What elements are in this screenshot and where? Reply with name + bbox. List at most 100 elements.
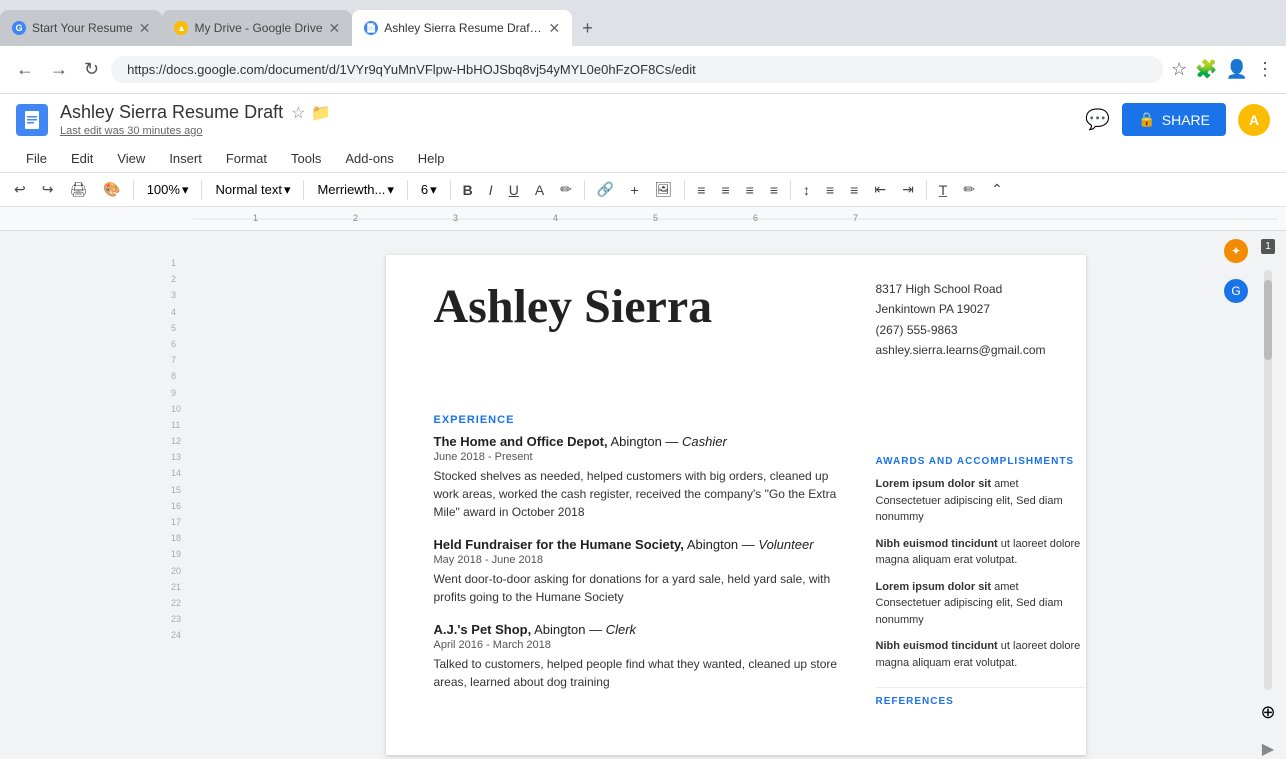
bulletlist-button[interactable]: ≡: [844, 178, 864, 202]
indent-dec-button[interactable]: ⇤: [868, 177, 892, 202]
bookmark-icon[interactable]: ☆: [1171, 59, 1187, 80]
redo-button[interactable]: ↪: [36, 177, 60, 202]
svg-text:3: 3: [453, 213, 458, 223]
linespacing-button[interactable]: ↕: [797, 178, 816, 202]
style-value: Normal text: [215, 182, 281, 197]
paint-format-button[interactable]: 🎨: [97, 177, 126, 202]
docs-title-icons: ☆ 📁: [291, 103, 331, 123]
menu-tools[interactable]: Tools: [281, 147, 331, 170]
tab-start-resume[interactable]: G Start Your Resume ✕: [0, 10, 162, 46]
expand-icon[interactable]: ▶: [1262, 739, 1274, 759]
link-button[interactable]: 🔗: [591, 177, 620, 202]
underline-button[interactable]: U: [503, 178, 525, 202]
experience-label: EXPERIENCE: [434, 414, 1038, 426]
extensions-icon[interactable]: 🧩: [1195, 59, 1217, 80]
job-1-role: Cashier: [682, 434, 727, 449]
contact-city: Jenkintown PA 19027: [875, 299, 1045, 319]
share-label: SHARE: [1162, 112, 1210, 128]
docs-title-row: Ashley Sierra Resume Draft ☆ 📁: [60, 102, 1073, 123]
text-color-button[interactable]: A: [529, 178, 550, 202]
nav-bar: ← → ↻ ☆ 🧩 👤 ⋮: [0, 46, 1286, 94]
awards-section: AWARDS AND ACCOMPLISHMENTS Lorem ipsum d…: [876, 455, 1086, 707]
job-1-location: Abington —: [610, 434, 682, 449]
image-button[interactable]: 🖼: [649, 177, 679, 202]
numberedlist-button[interactable]: ≡: [820, 178, 840, 202]
tab-my-drive[interactable]: ▲ My Drive - Google Drive ✕: [162, 10, 352, 46]
doc-wrapper: Ashley Sierra 8317 High School Road Jenk…: [185, 231, 1286, 759]
tab-close-2[interactable]: ✕: [329, 20, 341, 37]
tab-favicon-docs: 📄: [364, 21, 378, 35]
docs-app: Ashley Sierra Resume Draft ☆ 📁 Last edit…: [0, 94, 1286, 759]
svg-text:6: 6: [753, 213, 758, 223]
grammarly-icon[interactable]: G: [1224, 279, 1248, 303]
add-page-icon[interactable]: ⊕: [1260, 702, 1275, 723]
contact-address: 8317 High School Road: [875, 279, 1045, 299]
align-center-button[interactable]: ≡: [715, 178, 735, 202]
italic-button[interactable]: I: [483, 178, 499, 202]
zoom-dropdown[interactable]: 100% ▾: [140, 178, 196, 202]
menu-bar: File Edit View Insert Format Tools Add-o…: [0, 145, 1286, 173]
toolbar-sep-3: [303, 180, 304, 200]
award-3-bold1: Lorem ipsum dolor: [876, 581, 976, 593]
tab-favicon-google: G: [12, 21, 26, 35]
bold-button[interactable]: B: [457, 178, 479, 202]
toolbar-sep-7: [684, 180, 685, 200]
fontsize-value: 6: [421, 182, 428, 197]
settings-icon[interactable]: ⋮: [1256, 59, 1274, 80]
indent-inc-button[interactable]: ⇥: [896, 177, 920, 202]
tab-title-1: Start Your Resume: [32, 21, 133, 35]
menu-insert[interactable]: Insert: [159, 147, 212, 170]
docs-title-area: Ashley Sierra Resume Draft ☆ 📁 Last edit…: [60, 102, 1073, 137]
expand-button[interactable]: ⌃: [985, 177, 1009, 202]
job-1-title: The Home and Office Depot, Abington — Ca…: [434, 434, 1038, 449]
align-left-button[interactable]: ≡: [691, 178, 711, 202]
tab-close-3[interactable]: ✕: [549, 20, 561, 37]
profile-icon[interactable]: 👤: [1226, 59, 1248, 80]
comments-icon[interactable]: 💬: [1085, 107, 1110, 132]
share-button[interactable]: 🔒 SHARE: [1122, 103, 1226, 136]
undo-button[interactable]: ↩: [8, 177, 32, 202]
print-button[interactable]: 🖨: [63, 177, 93, 202]
back-button[interactable]: ←: [12, 55, 38, 84]
menu-view[interactable]: View: [107, 147, 155, 170]
comment-button[interactable]: +: [624, 178, 644, 202]
align-justify-button[interactable]: ≡: [764, 178, 784, 202]
tab-close-1[interactable]: ✕: [139, 20, 151, 37]
tab-resume-draft[interactable]: 📄 Ashley Sierra Resume Draft - C ✕: [352, 10, 572, 46]
docs-header-right: 💬 🔒 SHARE A: [1085, 103, 1270, 136]
reload-button[interactable]: ↻: [80, 55, 103, 84]
toolbar-sep-5: [450, 180, 451, 200]
docs-app-icon: [16, 104, 48, 136]
user-avatar[interactable]: A: [1238, 104, 1270, 136]
star-icon[interactable]: ☆: [291, 103, 305, 123]
forward-button[interactable]: →: [46, 55, 72, 84]
highlight-button[interactable]: ✏: [554, 177, 578, 202]
scrollbar-track[interactable]: [1264, 270, 1272, 690]
right-sidebar: 1 ⊕ ▶: [1250, 231, 1286, 759]
doc-page: Ashley Sierra 8317 High School Road Jenk…: [386, 255, 1086, 755]
new-tab-button[interactable]: +: [572, 10, 603, 46]
menu-file[interactable]: File: [16, 147, 57, 170]
menu-edit[interactable]: Edit: [61, 147, 103, 170]
menu-help[interactable]: Help: [408, 147, 455, 170]
menu-addons[interactable]: Add-ons: [335, 147, 403, 170]
scrollbar-thumb[interactable]: [1264, 280, 1272, 360]
award-1-bold1: Lorem ipsum dolor: [876, 478, 976, 490]
edit-mode-button[interactable]: ✏: [957, 177, 981, 202]
job-3-role: Clerk: [606, 622, 636, 637]
clear-format-button[interactable]: T̲: [933, 178, 954, 202]
menu-format[interactable]: Format: [216, 147, 277, 170]
award-4-bold: Nibh euismod tincidunt: [876, 640, 998, 652]
font-dropdown[interactable]: Merriewth... ▾: [310, 178, 400, 202]
toolbar-sep-2: [201, 180, 202, 200]
folder-icon[interactable]: 📁: [311, 103, 331, 123]
address-bar[interactable]: [111, 56, 1163, 83]
award-3-bold2: sit: [978, 581, 991, 593]
style-dropdown[interactable]: Normal text ▾: [208, 178, 297, 202]
align-right-button[interactable]: ≡: [740, 178, 760, 202]
smart-chip-icon[interactable]: ✦: [1224, 239, 1248, 263]
nav-icons: ☆ 🧩 👤 ⋮: [1171, 59, 1274, 80]
job-2-role: Volunteer: [758, 537, 813, 552]
fontsize-dropdown[interactable]: 6 ▾: [414, 178, 444, 202]
svg-text:1: 1: [253, 213, 258, 223]
